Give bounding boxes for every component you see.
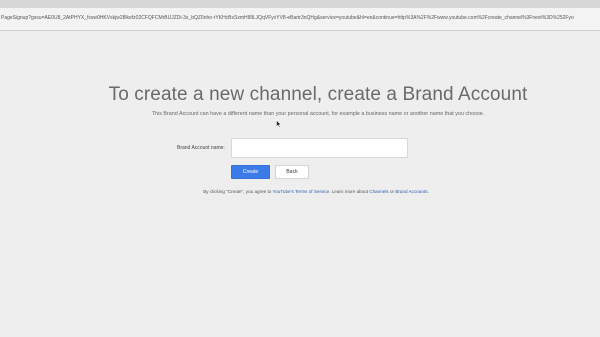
terms-of-service-link[interactable]: YouTube's Terms of Service [273, 189, 330, 194]
mouse-pointer-icon [276, 120, 282, 128]
browser-tab-strip [0, 0, 600, 8]
brand-accounts-link[interactable]: Brand Accounts [395, 189, 427, 194]
terms-prefix: By clicking "Create", you agree to [203, 189, 273, 194]
create-button[interactable]: Create [231, 165, 270, 179]
terms-notice: By clicking "Create", you agree to YouTu… [0, 188, 600, 195]
page-title: To create a new channel, create a Brand … [108, 84, 528, 105]
page-description: This Brand Account can have a different … [151, 111, 485, 117]
page-content [0, 31, 600, 337]
back-button[interactable]: Back [275, 165, 309, 179]
terms-middle: . Learn more about [329, 189, 370, 194]
brand-account-name-label: Brand Account name: [177, 145, 225, 151]
address-bar-url: PageSignup?gxsu=AE0U8_2AtPHYX_fssw0HKVsk… [1, 15, 574, 21]
brand-account-name-input[interactable] [231, 138, 408, 158]
channels-link[interactable]: Channels [369, 189, 388, 194]
address-bar[interactable]: PageSignup?gxsu=AE0U8_2AtPHYX_fssw0HKVsk… [0, 8, 600, 30]
terms-suffix: . [427, 189, 429, 194]
